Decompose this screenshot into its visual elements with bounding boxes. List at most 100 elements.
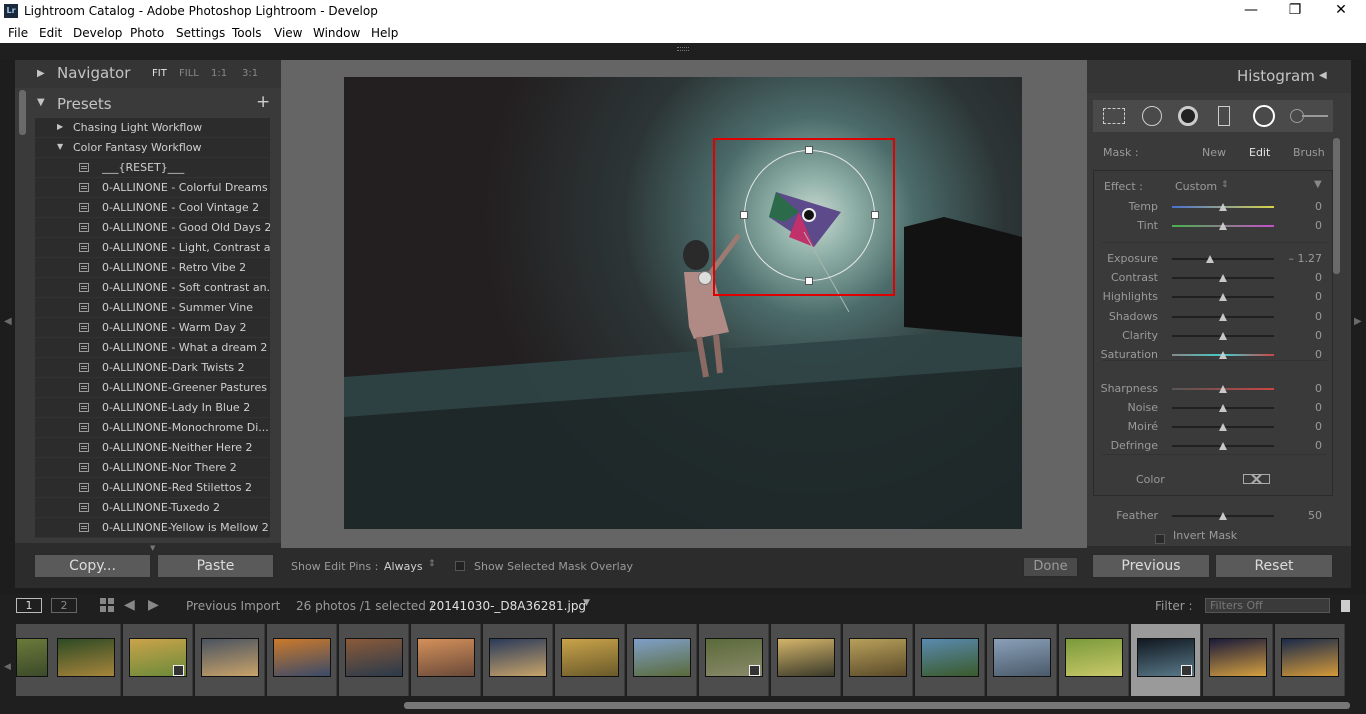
navigator-header[interactable]: ▶ Navigator FIT FILL 1:1 3:1	[15, 60, 281, 88]
slider-value[interactable]: 0	[1315, 271, 1322, 284]
radial-filter-handle-top[interactable]	[805, 146, 813, 154]
menu-tools[interactable]: Tools	[232, 26, 262, 40]
photo-thumbnail[interactable]	[16, 638, 48, 677]
preset-item[interactable]: 0-ALLINONE-Neither Here 2	[35, 438, 270, 458]
preset-item[interactable]: 0-ALLINONE-Tuxedo 2	[35, 498, 270, 518]
filmstrip-cell[interactable]	[627, 624, 697, 696]
slider-knob[interactable]	[1219, 293, 1227, 301]
slider-knob[interactable]	[1219, 442, 1227, 450]
slider-value[interactable]: 0	[1315, 310, 1322, 323]
radial-filter-handle-left[interactable]	[740, 211, 748, 219]
slider-track[interactable]	[1172, 222, 1274, 230]
slider-track[interactable]	[1172, 293, 1274, 301]
photo-thumbnail[interactable]	[273, 638, 331, 677]
photo-thumbnail[interactable]	[57, 638, 115, 677]
back-arrow-icon[interactable]: ◀	[124, 597, 135, 613]
selected-filename[interactable]: 20141030-_D8A36281.jpg	[429, 599, 586, 613]
reset-button[interactable]: Reset	[1215, 554, 1333, 578]
filmstrip-scrollbar[interactable]	[404, 702, 1350, 709]
menu-help[interactable]: Help	[371, 26, 398, 40]
photo-thumbnail[interactable]	[345, 638, 403, 677]
slider-sharpness[interactable]: Sharpness 0	[1096, 380, 1326, 398]
menu-file[interactable]: File	[8, 26, 28, 40]
active-edit-pin-icon[interactable]	[802, 208, 816, 222]
preset-item[interactable]: 0-ALLINONE-Lady In Blue 2	[35, 398, 270, 418]
filmstrip-cell[interactable]	[771, 624, 841, 696]
slider-track[interactable]	[1172, 423, 1274, 431]
slider-knob[interactable]	[1219, 203, 1227, 211]
slider-value[interactable]: 0	[1315, 348, 1322, 361]
paste-button[interactable]: Paste	[157, 554, 274, 578]
filmstrip-left-icon[interactable]: ◀	[4, 662, 11, 672]
add-preset-icon[interactable]: +	[256, 92, 270, 112]
presets-header[interactable]: ▼ Presets +	[15, 92, 281, 116]
slider-knob[interactable]	[1219, 423, 1227, 431]
effect-collapse-icon[interactable]: ▼	[1314, 179, 1322, 190]
slider-exposure[interactable]: Exposure – 1.27	[1096, 250, 1326, 268]
slider-knob[interactable]	[1219, 274, 1227, 282]
menu-window[interactable]: Window	[313, 26, 360, 40]
slider-value[interactable]: 0	[1315, 290, 1322, 303]
forward-arrow-icon[interactable]: ▶	[148, 597, 159, 613]
histogram-header[interactable]: Histogram ◀	[1087, 60, 1351, 93]
filmstrip-cell[interactable]	[51, 624, 121, 696]
filmstrip-cell[interactable]	[195, 624, 265, 696]
zoom-fill[interactable]: FILL	[179, 68, 199, 79]
preset-item[interactable]: 0-ALLINONE - Soft contrast an...	[35, 278, 270, 298]
preset-item[interactable]: 0-ALLINONE-Greener Pastures 2	[35, 378, 270, 398]
slider-knob[interactable]	[1219, 385, 1227, 393]
radial-filter-handle-bottom[interactable]	[805, 277, 813, 285]
zoom-3-1[interactable]: 3:1	[242, 68, 258, 79]
preset-item[interactable]: 0-ALLINONE-Dark Twists 2	[35, 358, 270, 378]
slider-track[interactable]	[1172, 274, 1274, 282]
preset-folder-chasing-light[interactable]: ▶ Chasing Light Workflow	[35, 118, 270, 138]
slider-value[interactable]: – 1.27	[1289, 252, 1323, 265]
slider-clarity[interactable]: Clarity 0	[1096, 327, 1326, 345]
photo-thumbnail[interactable]	[993, 638, 1051, 677]
slider-track[interactable]	[1172, 351, 1274, 359]
photo-thumbnail[interactable]	[489, 638, 547, 677]
spot-removal-icon[interactable]	[1142, 106, 1162, 126]
filmstrip-cell[interactable]	[123, 624, 193, 696]
photo-thumbnail[interactable]	[417, 638, 475, 677]
slider-value[interactable]: 0	[1315, 382, 1322, 395]
photo-thumbnail[interactable]	[921, 638, 979, 677]
preset-item[interactable]: 0-ALLINONE-Monochrome Di...	[35, 418, 270, 438]
invert-mask-checkbox[interactable]	[1155, 534, 1165, 544]
slider-highlights[interactable]: Highlights 0	[1096, 288, 1326, 306]
preset-item[interactable]: ___{RESET}___	[35, 158, 270, 178]
menu-settings[interactable]: Settings	[176, 26, 225, 40]
zoom-fit[interactable]: FIT	[152, 68, 167, 79]
filmstrip-cell[interactable]	[987, 624, 1057, 696]
photo-thumbnail[interactable]	[1209, 638, 1267, 677]
slider-knob[interactable]	[1219, 222, 1227, 230]
graduated-filter-icon[interactable]	[1218, 106, 1230, 126]
slider-knob[interactable]	[1219, 351, 1227, 359]
edit-pins-select[interactable]: Always	[384, 560, 423, 573]
preset-item[interactable]: 0-ALLINONE - Light, Contrast a...	[35, 238, 270, 258]
slider-defringe[interactable]: Defringe 0	[1096, 437, 1326, 455]
photo-thumbnail[interactable]	[201, 638, 259, 677]
slider-track[interactable]	[1172, 203, 1274, 211]
filmstrip-cell[interactable]	[1131, 624, 1201, 696]
copy-button[interactable]: Copy...	[34, 554, 151, 578]
preset-item[interactable]: 0-ALLINONE-Red Stilettos 2	[35, 478, 270, 498]
secondary-view-button[interactable]: 2	[51, 598, 77, 613]
primary-view-button[interactable]: 1	[16, 598, 42, 613]
slider-track[interactable]	[1172, 404, 1274, 412]
preset-item[interactable]: 0-ALLINONE - Cool Vintage 2	[35, 198, 270, 218]
filmstrip-cell[interactable]	[843, 624, 913, 696]
filter-select[interactable]: Filters Off	[1205, 598, 1330, 613]
color-swatch-empty-icon[interactable]	[1243, 474, 1270, 484]
edit-pin-icon[interactable]	[698, 271, 712, 285]
dropdown-arrow-icon[interactable]: ▼	[583, 598, 590, 608]
slider-contrast[interactable]: Contrast 0	[1096, 269, 1326, 287]
filmstrip-cell[interactable]	[267, 624, 337, 696]
slider-value[interactable]: 0	[1315, 420, 1322, 433]
preset-item[interactable]: 0-ALLINONE-Yellow is Mellow 2	[35, 518, 270, 538]
filmstrip-cell[interactable]	[483, 624, 553, 696]
mask-edit-button[interactable]: Edit	[1249, 146, 1270, 159]
filmstrip-cell[interactable]	[915, 624, 985, 696]
slider-feather[interactable]: Feather 50	[1096, 507, 1326, 525]
slider-track[interactable]	[1172, 332, 1274, 340]
